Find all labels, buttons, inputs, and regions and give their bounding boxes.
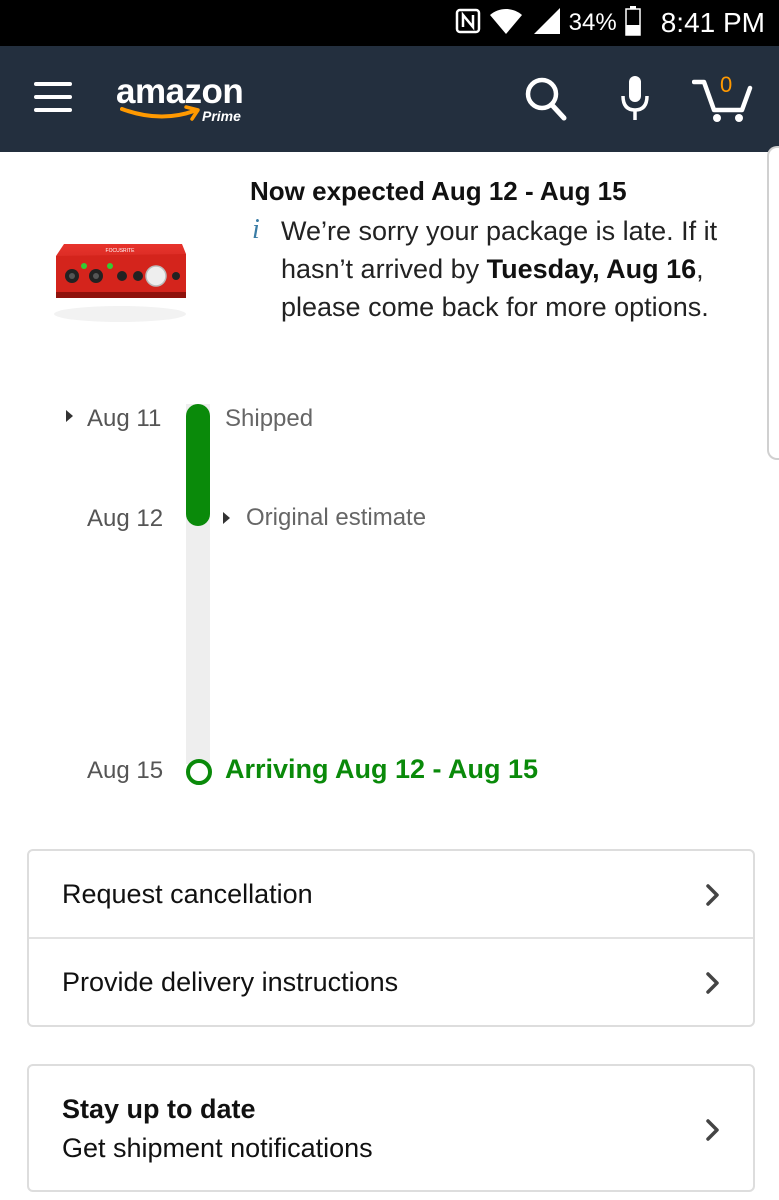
info-icon: i bbox=[252, 214, 260, 245]
product-image[interactable]: FOCUSRITE bbox=[50, 236, 190, 326]
signal-icon bbox=[531, 7, 561, 40]
logo-prime-text: Prime bbox=[202, 108, 241, 124]
late-package-message: We’re sorry your package is late. If it … bbox=[281, 212, 731, 326]
battery-icon bbox=[624, 5, 641, 41]
expand-caret-icon[interactable] bbox=[223, 512, 230, 524]
svg-text:FOCUSRITE: FOCUSRITE bbox=[106, 248, 136, 254]
timeline-date-original: Aug 12 bbox=[87, 505, 164, 532]
late-message-deadline: Tuesday, Aug 16 bbox=[486, 254, 697, 284]
battery-percent: 34% bbox=[568, 9, 617, 36]
smile-arrow-icon bbox=[120, 105, 200, 121]
timeline-date-arriving: Aug 15 bbox=[87, 757, 164, 784]
microphone-icon[interactable] bbox=[620, 74, 650, 127]
amazon-prime-logo[interactable]: amazon Prime bbox=[116, 72, 256, 132]
expand-caret-icon[interactable] bbox=[66, 410, 73, 422]
timeline-progress-fill bbox=[186, 404, 210, 526]
status-bar: 34% 8:41 PM bbox=[0, 0, 779, 46]
notifications-card[interactable]: Stay up to date Get shipment notificatio… bbox=[27, 1064, 755, 1192]
timeline-label-original-estimate[interactable]: Original estimate bbox=[246, 504, 426, 532]
timeline-end-marker bbox=[186, 759, 212, 785]
nfc-icon bbox=[455, 8, 481, 39]
delivery-instructions-row[interactable]: Provide delivery instructions bbox=[29, 937, 753, 1025]
cart-icon[interactable]: 0 bbox=[691, 72, 756, 129]
shipment-notifications-subtitle: Get shipment notifications bbox=[62, 1133, 373, 1163]
delivery-instructions-label: Provide delivery instructions bbox=[62, 967, 399, 997]
scroll-edge-indicator bbox=[767, 146, 779, 460]
search-icon[interactable] bbox=[524, 76, 568, 127]
wifi-icon bbox=[489, 7, 523, 40]
timeline-label-shipped: Shipped bbox=[225, 405, 314, 432]
menu-icon[interactable] bbox=[34, 82, 74, 114]
timeline-label-arriving: Arriving Aug 12 - Aug 15 bbox=[225, 754, 539, 784]
chevron-right-icon bbox=[705, 883, 721, 912]
chevron-right-icon bbox=[705, 1118, 721, 1147]
stay-up-to-date-title: Stay up to date bbox=[62, 1094, 256, 1124]
clock: 8:41 PM bbox=[660, 7, 765, 38]
chevron-right-icon bbox=[705, 971, 721, 1000]
top-app-bar: amazon Prime 0 bbox=[0, 46, 779, 152]
order-actions-card: Request cancellation Provide delivery in… bbox=[27, 849, 755, 1027]
request-cancellation-label: Request cancellation bbox=[62, 879, 313, 909]
request-cancellation-row[interactable]: Request cancellation bbox=[29, 851, 753, 937]
timeline-date-shipped: Aug 11 bbox=[87, 405, 162, 432]
expected-delivery-headline: Now expected Aug 12 - Aug 15 bbox=[250, 176, 627, 206]
cart-count: 0 bbox=[720, 72, 733, 97]
